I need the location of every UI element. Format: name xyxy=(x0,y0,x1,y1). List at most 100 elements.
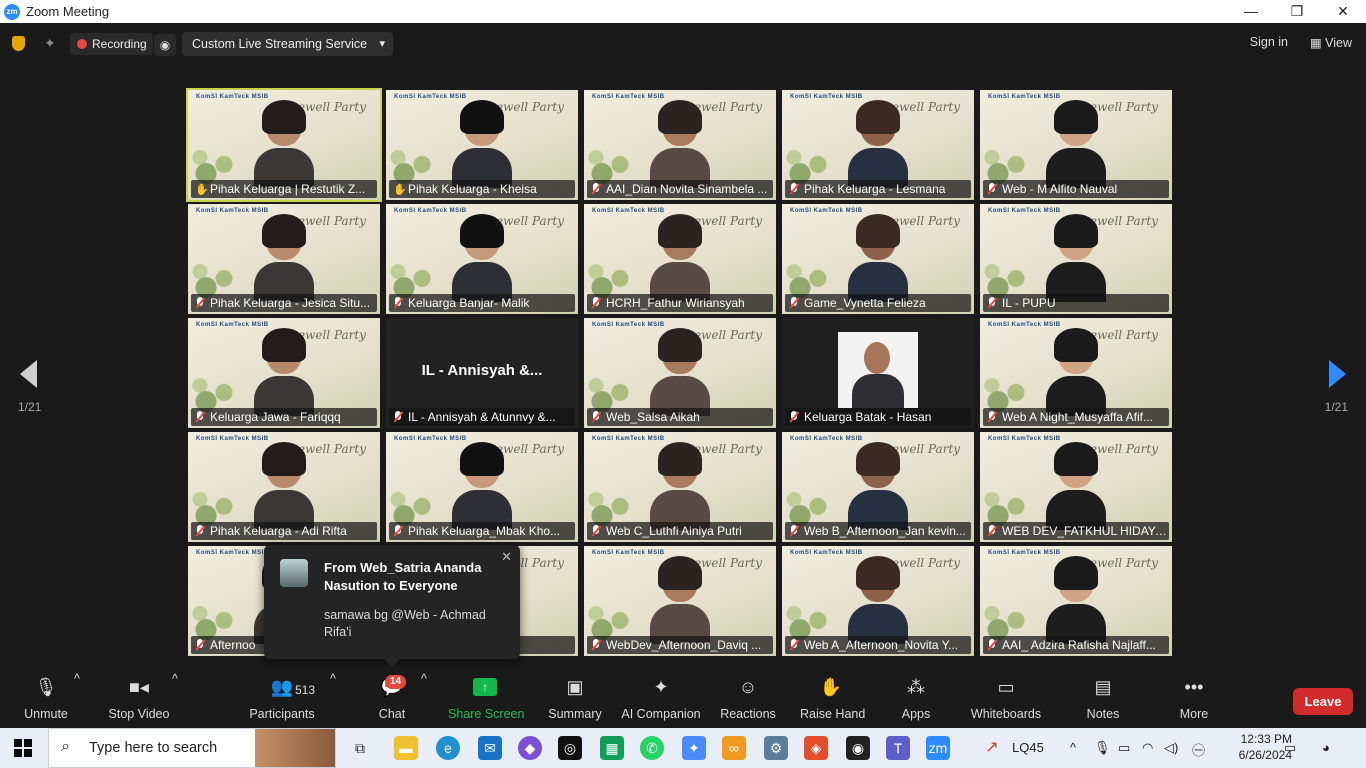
gemini-icon[interactable]: ✦ xyxy=(682,736,706,760)
participant-tile[interactable]: KomSI KamTeck MSIBFarewell PartyKeluarga… xyxy=(188,318,380,428)
taskbar-search-box[interactable]: ⌕ Type here to search xyxy=(48,728,336,768)
file-explorer-icon[interactable]: ▬ xyxy=(394,736,418,760)
wifi-icon[interactable]: ◠ xyxy=(1142,740,1153,756)
ai-sparkle-icon[interactable]: ✦ xyxy=(44,35,56,52)
participant-tile[interactable]: KomSI KamTeck MSIB Farewell Party Pihak Ke… xyxy=(188,204,380,314)
notifications-icon[interactable]: ▭ xyxy=(1284,740,1296,756)
background-logos: KomSI KamTeck MSIB xyxy=(592,322,665,328)
zoom-taskbar-icon[interactable]: zm xyxy=(926,736,950,760)
volume-icon[interactable]: ◁) xyxy=(1164,740,1178,756)
participant-tile[interactable]: KomSI KamTeck MSIB Farewell Party Web_Sals… xyxy=(584,318,776,428)
view-button[interactable]: ▦ View xyxy=(1310,35,1352,50)
whiteboards-button[interactable]: ▭ Whiteboards xyxy=(968,672,1044,722)
recording-indicator[interactable]: Recording xyxy=(70,33,153,55)
maximize-button[interactable]: ❐ xyxy=(1274,0,1320,23)
chat-options-caret-icon[interactable]: ^ xyxy=(421,672,427,686)
participant-name: IL - PUPU xyxy=(1002,296,1056,310)
participant-tile[interactable]: KomSI KamTeck MSIB Farewell Party Web C_Lu… xyxy=(584,432,776,542)
github-desktop-icon[interactable]: ◉ xyxy=(846,736,870,760)
google-classroom-icon[interactable]: ▦ xyxy=(600,736,624,760)
participant-tile[interactable]: KomSI KamTeck MSIB Farewell Party Pihak Ke… xyxy=(188,432,380,542)
participant-tile[interactable]: KomSI KamTeck MSIBFarewell PartyIL - Ann… xyxy=(386,318,578,428)
unmute-button[interactable]: 🎙 Unmute xyxy=(14,672,78,722)
participant-tile[interactable]: KomSI KamTeck MSIB Farewell Party Web - M … xyxy=(980,90,1172,200)
minimize-button[interactable]: — xyxy=(1228,0,1274,23)
chat-notification-popup[interactable]: From Web_Satria Ananda Nasution to Every… xyxy=(264,545,520,667)
tray-mic-icon[interactable]: 🎙 xyxy=(1094,740,1111,756)
video-options-caret-icon[interactable]: ^ xyxy=(172,672,178,686)
participant-tile[interactable]: KomSI KamTeck MSIBFarewell PartyKeluarga… xyxy=(386,204,578,314)
security-shield-icon[interactable] xyxy=(12,36,25,51)
stop-video-button[interactable]: ■◂ Stop Video xyxy=(104,672,174,722)
teams-icon[interactable]: T xyxy=(886,736,910,760)
grid-view-icon: ▦ xyxy=(1309,36,1326,50)
participant-tile[interactable]: KomSI KamTeck MSIB Farewell Party Web A_Af… xyxy=(782,546,974,656)
background-logos: KomSI KamTeck MSIB xyxy=(196,436,269,442)
live-stream-icon[interactable]: ◉ xyxy=(154,34,176,56)
participant-tile[interactable]: KomSI KamTeck MSIB Farewell Party ✋ Pihak K… xyxy=(186,88,382,202)
participant-name-label: Keluarga Jawa - Fariqqq xyxy=(191,408,377,426)
participant-tile[interactable]: KomSI KamTeck MSIB Farewell Party WEB DEV_… xyxy=(980,432,1172,542)
search-placeholder: Type here to search xyxy=(89,740,218,756)
participant-tile[interactable]: KomSI KamTeck MSIB Farewell Party ✋ Pihak K… xyxy=(386,90,578,200)
participants-options-caret-icon[interactable]: ^ xyxy=(330,672,336,686)
apps-button[interactable]: ⁂ Apps xyxy=(896,672,936,722)
participant-tile[interactable]: KomSI KamTeck MSIB Farewell Party HCRH_Fat… xyxy=(584,204,776,314)
participants-button[interactable]: 👥 513 Participants xyxy=(248,672,316,722)
participant-name-label: Pihak Keluarga - Adi Rifta xyxy=(191,522,377,540)
figma-icon[interactable]: ◈ xyxy=(804,736,828,760)
more-button[interactable]: ••• More xyxy=(1176,672,1212,722)
background-logos: KomSI KamTeck MSIB xyxy=(988,208,1061,214)
chat-button[interactable]: 💬 14 Chat xyxy=(372,672,412,721)
mail-icon[interactable]: ✉ xyxy=(478,736,502,760)
language-icon[interactable]: ㊀ xyxy=(1192,740,1205,759)
notes-button[interactable]: ▤ Notes xyxy=(1084,672,1122,722)
copilot-icon[interactable]: ◆ xyxy=(518,736,542,760)
github-icon[interactable]: ◎ xyxy=(558,736,582,760)
reactions-button[interactable]: ☺ Reactions xyxy=(720,672,776,722)
popup-close-icon[interactable]: ✕ xyxy=(501,549,512,565)
participant-name: Web_Salsa Aikah xyxy=(606,410,700,424)
participant-tile[interactable]: KomSI KamTeck MSIB Farewell Party Web A Ni… xyxy=(980,318,1172,428)
summary-label: Summary xyxy=(548,707,602,721)
reactions-label: Reactions xyxy=(720,707,776,721)
audio-options-caret-icon[interactable]: ^ xyxy=(74,672,80,686)
muted-mic-icon xyxy=(591,639,601,651)
sign-in-link[interactable]: Sign in xyxy=(1250,35,1288,49)
leave-button[interactable]: Leave xyxy=(1293,688,1353,715)
battery-icon[interactable]: ▭ xyxy=(1118,740,1130,756)
muted-mic-icon xyxy=(393,411,403,423)
participant-tile[interactable]: KomSI KamTeck MSIB Farewell Party Web B_Af… xyxy=(782,432,974,542)
tray-chevron-icon[interactable]: ^ xyxy=(1070,740,1076,755)
previous-page-arrow-icon[interactable] xyxy=(20,360,37,388)
stock-chart-icon[interactable]: ↗ xyxy=(980,736,1004,760)
participant-tile[interactable]: KomSI KamTeck MSIB Farewell Party Pihak Ke… xyxy=(782,90,974,200)
stock-ticker-label[interactable]: LQ45 xyxy=(1012,740,1044,755)
colorful-widget-icon[interactable]: ◕ xyxy=(1322,740,1330,755)
participant-tile[interactable]: KomSI KamTeck MSIB Farewell Party WebDev_A… xyxy=(584,546,776,656)
participant-tile[interactable]: KomSI KamTeck MSIB Farewell Party IL - PUP… xyxy=(980,204,1172,314)
summary-button[interactable]: ▣ Summary xyxy=(546,672,604,722)
participant-tile[interactable]: KomSI KamTeck MSIB Farewell Party AAI_ Adz… xyxy=(980,546,1172,656)
windows-start-icon[interactable] xyxy=(14,739,32,757)
infinity-app-icon[interactable]: ∞ xyxy=(722,736,746,760)
background-logos: KomSI KamTeck MSIB xyxy=(988,322,1061,328)
participant-tile[interactable]: KomSI KamTeck MSIB Farewell Party Game_Vyn… xyxy=(782,204,974,314)
whatsapp-icon[interactable]: ✆ xyxy=(640,736,664,760)
raise-hand-button[interactable]: ✋ Raise Hand xyxy=(800,672,865,722)
background-logos: KomSI KamTeck MSIB xyxy=(394,208,467,214)
chat-message: samawa bg @Web - Achmad Rifa'i xyxy=(324,608,486,639)
share-screen-button[interactable]: ↑ Share Screen xyxy=(448,672,524,721)
participant-tile[interactable]: KomSI KamTeck MSIBFarewell PartyKeluarga… xyxy=(782,318,974,428)
ai-companion-button[interactable]: ✦ AI Companion xyxy=(620,672,702,722)
edge-browser-icon[interactable]: e xyxy=(436,736,460,760)
participant-video xyxy=(1046,328,1106,416)
participant-tile[interactable]: KomSI KamTeck MSIB Farewell Party Pihak Ke… xyxy=(386,432,578,542)
close-button[interactable]: ✕ xyxy=(1320,0,1366,23)
participant-name: Pihak Keluarga - Jesica Situ... xyxy=(210,296,371,310)
participant-tile[interactable]: KomSI KamTeck MSIB Farewell Party AAI_Dian… xyxy=(584,90,776,200)
settings-gear-icon[interactable]: ⚙ xyxy=(764,736,788,760)
next-page-arrow-icon[interactable] xyxy=(1329,360,1346,388)
task-view-icon[interactable]: ⧉ xyxy=(348,736,372,760)
live-streaming-dropdown[interactable]: Custom Live Streaming Service xyxy=(182,32,394,56)
